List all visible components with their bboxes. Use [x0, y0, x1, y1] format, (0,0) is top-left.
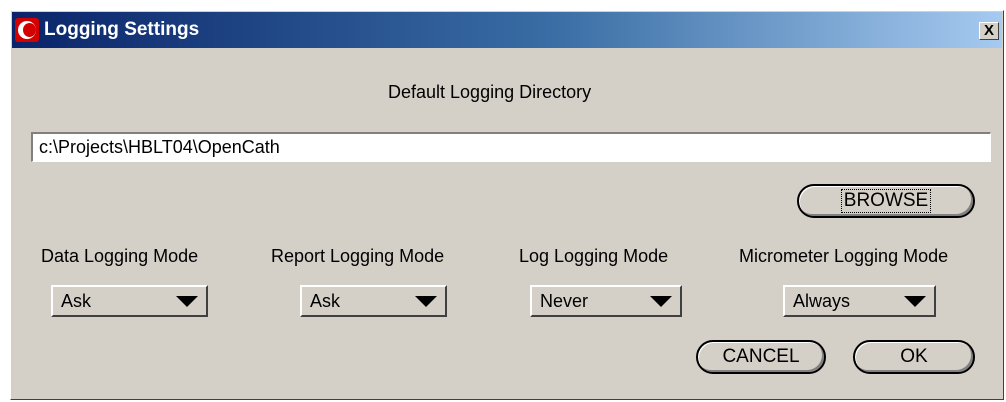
- micrometer-logging-mode-select[interactable]: Always: [783, 285, 936, 317]
- browse-button-label: BROWSE: [840, 189, 932, 213]
- chevron-down-icon[interactable]: [415, 296, 437, 307]
- chevron-down-icon[interactable]: [176, 296, 198, 307]
- cancel-button-label: CANCEL: [722, 346, 800, 367]
- data-logging-mode-select[interactable]: Ask: [51, 285, 208, 317]
- micrometer-logging-mode-label: Micrometer Logging Mode: [739, 246, 949, 266]
- directory-input[interactable]: [31, 132, 991, 162]
- chevron-down-icon[interactable]: [650, 296, 672, 307]
- chevron-down-icon[interactable]: [904, 296, 926, 307]
- browse-button[interactable]: BROWSE: [797, 184, 975, 218]
- data-logging-mode-value: Ask: [61, 291, 92, 311]
- report-logging-mode-label: Report Logging Mode: [271, 246, 445, 266]
- report-logging-mode-value: Ask: [310, 291, 341, 311]
- window-title: Logging Settings: [44, 19, 200, 40]
- report-logging-mode-select[interactable]: Ask: [300, 285, 447, 317]
- logging-settings-dialog: Logging Settings X Default Logging Direc…: [10, 10, 1004, 400]
- log-logging-mode-value: Never: [540, 291, 589, 311]
- log-logging-mode-select[interactable]: Never: [530, 285, 682, 317]
- close-icon[interactable]: X: [979, 22, 999, 40]
- data-logging-mode-label: Data Logging Mode: [41, 246, 199, 266]
- ok-button[interactable]: OK: [853, 340, 975, 374]
- ok-button-label: OK: [900, 346, 928, 367]
- micrometer-logging-mode-value: Always: [793, 291, 851, 311]
- directory-label: Default Logging Directory: [388, 82, 592, 102]
- title-bar[interactable]: Logging Settings X: [12, 12, 1002, 48]
- log-logging-mode-label: Log Logging Mode: [519, 246, 669, 266]
- app-logo-icon: [15, 18, 39, 42]
- cancel-button[interactable]: CANCEL: [696, 340, 826, 374]
